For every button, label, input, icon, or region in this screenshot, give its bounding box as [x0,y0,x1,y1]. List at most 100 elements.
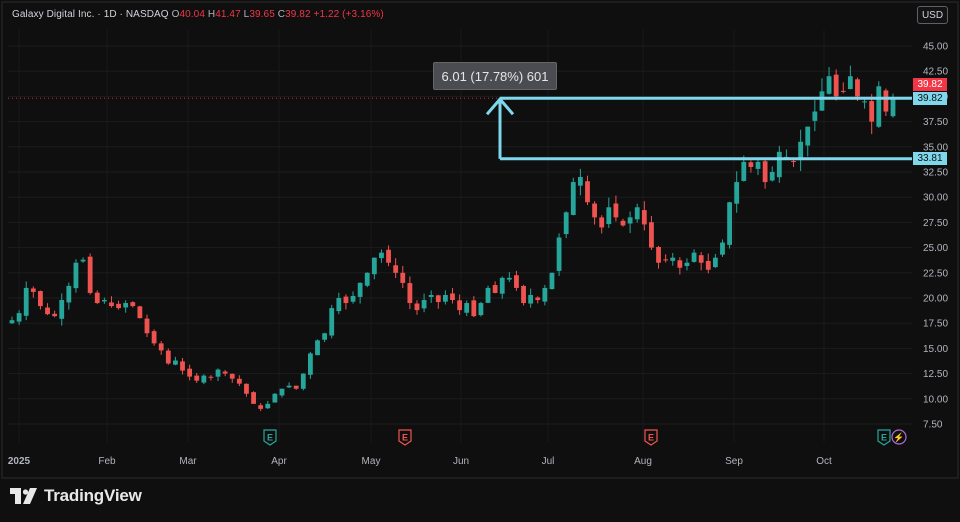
candle[interactable] [563,211,569,239]
candle[interactable] [442,290,448,305]
event-marker-dividend[interactable]: ⚡ [891,429,907,445]
candle[interactable] [194,372,200,383]
candle[interactable] [869,94,875,135]
candle[interactable] [45,303,50,316]
candle[interactable] [755,159,761,176]
candle[interactable] [393,258,399,279]
candle[interactable] [236,375,242,387]
candle[interactable] [521,284,526,306]
candle[interactable] [592,201,597,225]
candle[interactable] [30,286,36,298]
candle[interactable] [492,281,498,294]
candle[interactable] [52,310,58,318]
candle[interactable] [208,375,214,381]
candle[interactable] [549,272,555,290]
candle[interactable] [649,215,654,251]
candle[interactable] [180,357,185,375]
candle[interactable] [87,253,93,295]
candle[interactable] [471,296,477,318]
candle[interactable] [840,82,846,94]
candle[interactable] [450,288,455,304]
candle[interactable] [421,293,427,313]
candle[interactable] [464,300,470,316]
symbol-name[interactable]: Galaxy Digital Inc. [12,9,95,20]
candle[interactable] [627,211,633,234]
measure-overlay[interactable] [8,96,912,161]
candle[interactable] [357,282,363,304]
candle[interactable] [322,332,328,343]
candle[interactable] [613,195,619,222]
candle[interactable] [712,253,718,268]
candle[interactable] [101,297,107,304]
candle[interactable] [656,245,661,269]
candle[interactable] [506,272,512,282]
candle[interactable] [734,171,740,213]
currency-button[interactable]: USD [917,6,948,24]
candle[interactable] [535,296,541,304]
tradingview-logo[interactable]: TradingView [10,486,142,506]
candle[interactable] [158,341,164,355]
event-marker-earnings[interactable]: E [398,429,412,446]
candle[interactable] [137,305,143,319]
candle[interactable] [350,291,356,304]
candle[interactable] [542,284,548,306]
candle[interactable] [684,258,690,271]
candle[interactable] [698,252,704,271]
candle[interactable] [691,249,697,263]
candle[interactable] [300,373,306,391]
candle[interactable] [222,369,228,377]
candle[interactable] [798,129,804,172]
candle[interactable] [9,316,15,324]
candle[interactable] [279,388,285,398]
candle[interactable] [364,272,370,288]
candle[interactable] [585,175,590,206]
candle[interactable] [414,300,420,315]
candle[interactable] [23,281,29,321]
candle[interactable] [606,197,612,228]
candle[interactable] [144,314,150,338]
candle[interactable] [620,218,626,227]
candle[interactable] [407,276,413,310]
candle[interactable] [73,259,79,293]
candle[interactable] [677,257,683,275]
candle[interactable] [805,126,811,157]
candle[interactable] [229,373,235,383]
candle[interactable] [428,290,434,303]
candle[interactable] [485,285,491,304]
candle[interactable] [499,276,505,299]
candle[interactable] [308,351,313,379]
candle[interactable] [38,290,43,310]
candle[interactable] [812,99,818,132]
candle[interactable] [315,339,320,356]
candle[interactable] [876,81,882,128]
candle[interactable] [165,348,171,365]
candle[interactable] [116,300,121,310]
candle[interactable] [748,160,754,173]
candle[interactable] [336,292,342,315]
candle[interactable] [847,65,853,90]
candle[interactable] [244,383,249,397]
candle[interactable] [705,253,711,274]
candle[interactable] [478,301,484,317]
candle[interactable] [265,400,271,410]
candle[interactable] [570,177,576,216]
candle[interactable] [663,254,669,263]
candle[interactable] [94,290,100,305]
candle[interactable] [293,385,299,390]
candle[interactable] [528,288,534,308]
candle[interactable] [66,282,72,310]
candle[interactable] [514,270,519,291]
event-marker-earnings[interactable]: E [263,429,277,446]
candle[interactable] [670,252,676,266]
candle[interactable] [599,215,605,234]
candle[interactable] [215,368,221,382]
event-marker-earnings[interactable]: E [644,429,658,446]
candle[interactable] [371,257,377,280]
candle[interactable] [784,149,789,159]
candle[interactable] [151,329,157,346]
candle[interactable] [130,301,136,308]
candle[interactable] [80,257,86,263]
candle[interactable] [833,69,839,101]
candle[interactable] [556,233,562,276]
candle[interactable] [123,300,129,313]
